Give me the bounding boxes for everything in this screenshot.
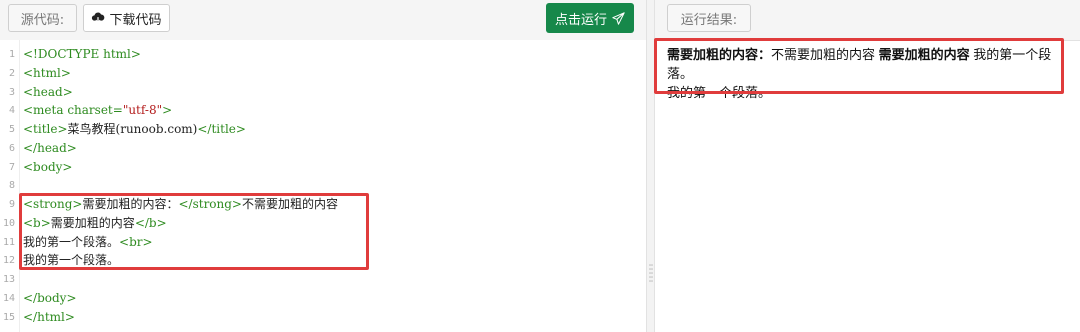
code-line[interactable]: 15 </html> [0, 308, 640, 327]
code-line[interactable]: 5 <title>菜鸟教程(runoob.com)</title> [0, 120, 640, 139]
source-toolbar: 源代码: 下载代码 点击运行 [0, 0, 646, 41]
code-line[interactable]: 2 <html> [0, 64, 640, 83]
download-code-label: 下载代码 [109, 12, 162, 28]
code-line[interactable]: 13 [0, 270, 640, 289]
source-code-label: 源代码: [20, 12, 65, 28]
code-line[interactable]: 14 </body> [0, 289, 640, 308]
code-text: <!DOCTYPE html> [23, 47, 141, 61]
line-number: 1 [8, 49, 15, 60]
result-button[interactable]: 运行结果: [667, 4, 751, 32]
line-number: 9 [8, 199, 15, 210]
line-number: 5 [8, 124, 15, 135]
code-text: <head> [23, 84, 73, 99]
source-code-button[interactable]: 源代码: [8, 4, 77, 32]
line-number: 6 [8, 142, 15, 154]
code-text: </head> [23, 140, 77, 155]
source-pane: 源代码: 下载代码 点击运行 1 <!DOCTYPE html> 2 <html> 3 <… [0, 0, 646, 332]
line-number: 4 [8, 105, 15, 117]
run-label: 点击运行 [554, 12, 607, 28]
code-line[interactable]: 4 <meta charset="utf-8"> [0, 101, 640, 120]
line-number: 11 [2, 236, 15, 248]
code-line[interactable]: 1 <!DOCTYPE html> [0, 45, 640, 64]
code-text: </body> [23, 290, 77, 305]
code-highlight-box [19, 193, 369, 270]
cloud-download-icon [92, 12, 105, 24]
code-text: <meta charset="utf-8"> [23, 103, 173, 118]
line-number: 7 [8, 161, 15, 173]
result-highlight-box [654, 38, 1064, 94]
line-number: 15 [2, 311, 15, 323]
drag-handle-icon[interactable] [649, 262, 653, 284]
code-line[interactable]: 7 <body> [0, 158, 640, 177]
line-number: 3 [8, 86, 15, 98]
result-toolbar: 运行结果: [655, 0, 1080, 41]
code-text: </html> [23, 309, 75, 324]
download-code-button[interactable]: 下载代码 [83, 4, 170, 32]
line-number: 14 [2, 292, 15, 304]
code-line[interactable]: 3 <head> [0, 83, 640, 102]
line-number: 8 [8, 180, 15, 192]
result-label: 运行结果: [680, 12, 738, 28]
line-number: 12 [2, 255, 15, 267]
line-number: 10 [2, 217, 15, 229]
run-button[interactable]: 点击运行 [546, 3, 634, 33]
code-editor[interactable]: 1 <!DOCTYPE html> 2 <html> 3 <head> 4 <meta cha… [0, 40, 646, 332]
code-text: <title>菜鸟教程(runoob.com)</title> [23, 122, 246, 136]
send-icon [612, 11, 625, 25]
code-text: <html> [23, 65, 71, 80]
line-number: 13 [2, 274, 15, 285]
code-line[interactable]: 6 </head> [0, 139, 640, 158]
line-number: 2 [8, 67, 15, 79]
code-text: <body> [23, 159, 73, 174]
